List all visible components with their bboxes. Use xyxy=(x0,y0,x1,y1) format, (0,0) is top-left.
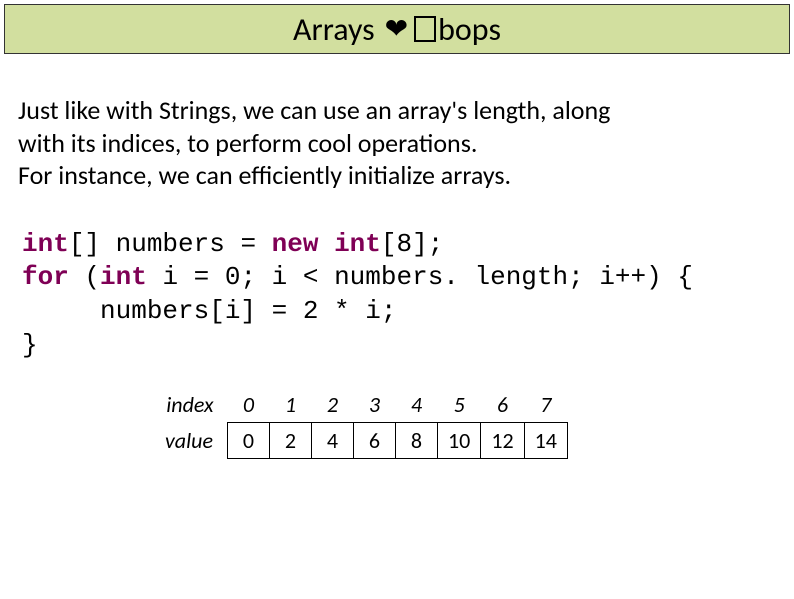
code-text: } xyxy=(22,330,38,360)
body-paragraph: Just like with Strings, we can use an ar… xyxy=(0,54,794,192)
code-text: i = 0; i < numbers. length; i++) { xyxy=(147,262,693,292)
index-cell: 5 xyxy=(438,387,481,423)
title-word-arrays: Arrays xyxy=(293,10,375,49)
code-keyword: int xyxy=(22,229,69,259)
slide-title-bar: Arrays ❤ bops xyxy=(4,4,790,54)
paragraph-line: with its indices, to perform cool operat… xyxy=(18,127,776,160)
code-text: ( xyxy=(69,262,100,292)
value-row: value 0 2 4 6 8 10 12 14 xyxy=(155,422,567,458)
paragraph-line: For instance, we can efficiently initial… xyxy=(18,159,776,192)
index-cell: 2 xyxy=(312,387,354,423)
value-cell: 2 xyxy=(270,422,312,458)
index-cell: 1 xyxy=(270,387,312,423)
code-keyword: int xyxy=(318,229,380,259)
code-block: int[] numbers = new int[8]; for (int i =… xyxy=(0,192,794,363)
value-cell: 12 xyxy=(481,422,524,458)
array-table: index 0 1 2 3 4 5 6 7 value 0 2 4 6 8 10… xyxy=(0,363,794,459)
code-keyword: int xyxy=(100,262,147,292)
value-cell: 8 xyxy=(396,422,438,458)
index-label: index xyxy=(155,387,228,423)
code-text: [8]; xyxy=(381,229,443,259)
index-cell: 4 xyxy=(396,387,438,423)
index-cell: 0 xyxy=(228,387,270,423)
code-keyword: new xyxy=(272,229,319,259)
code-text: [] numbers = xyxy=(69,229,272,259)
heart-icon: ❤ xyxy=(385,15,408,43)
code-keyword: for xyxy=(22,262,69,292)
code-text: numbers[i] = 2 * i; xyxy=(22,296,396,326)
index-row: index 0 1 2 3 4 5 6 7 xyxy=(155,387,567,423)
index-cell: 6 xyxy=(481,387,524,423)
index-cell: 3 xyxy=(354,387,396,423)
index-cell: 7 xyxy=(524,387,567,423)
value-cell: 6 xyxy=(354,422,396,458)
paragraph-line: Just like with Strings, we can use an ar… xyxy=(18,94,776,127)
missing-glyph-icon xyxy=(414,16,436,42)
value-cell: 4 xyxy=(312,422,354,458)
value-cell: 10 xyxy=(438,422,481,458)
value-cell: 14 xyxy=(524,422,567,458)
value-cell: 0 xyxy=(228,422,270,458)
title-word-loops: bops xyxy=(438,10,501,49)
value-label: value xyxy=(155,422,228,458)
